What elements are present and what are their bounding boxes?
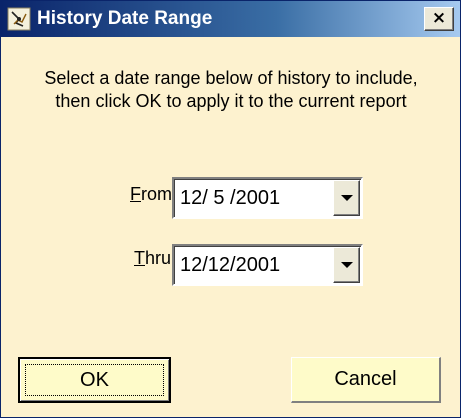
ok-button[interactable]: OK	[18, 357, 171, 403]
thru-label: Thru:	[134, 248, 176, 269]
instructions-text: Select a date range below of history to …	[44, 68, 418, 111]
history-app-icon	[7, 7, 31, 31]
chevron-down-icon	[341, 195, 353, 201]
focus-ring	[25, 364, 164, 396]
title-bar[interactable]: History Date Range ×	[1, 1, 460, 37]
from-date-value: 12/ 5 /2001	[180, 187, 281, 209]
cancel-button-label: Cancel	[334, 368, 397, 390]
cancel-button[interactable]: Cancel	[291, 357, 441, 403]
from-date-dropdown-button[interactable]	[333, 180, 360, 216]
thru-date-dropdown-button[interactable]	[333, 247, 360, 283]
thru-date-value: 12/12/2001	[180, 254, 281, 276]
dialog-title: History Date Range	[37, 8, 213, 29]
thru-date-combo[interactable]: 12/12/2001	[172, 244, 363, 286]
close-icon: ×	[431, 8, 447, 28]
from-date-combo[interactable]: 12/ 5 /2001	[172, 177, 363, 219]
history-date-range-dialog: History Date Range × Select a date range…	[0, 0, 461, 418]
chevron-down-icon	[341, 262, 353, 268]
from-label-mnemonic: F	[130, 184, 141, 204]
from-label: From:	[130, 184, 177, 205]
close-button[interactable]: ×	[424, 7, 454, 31]
thru-label-mnemonic: T	[134, 248, 145, 268]
